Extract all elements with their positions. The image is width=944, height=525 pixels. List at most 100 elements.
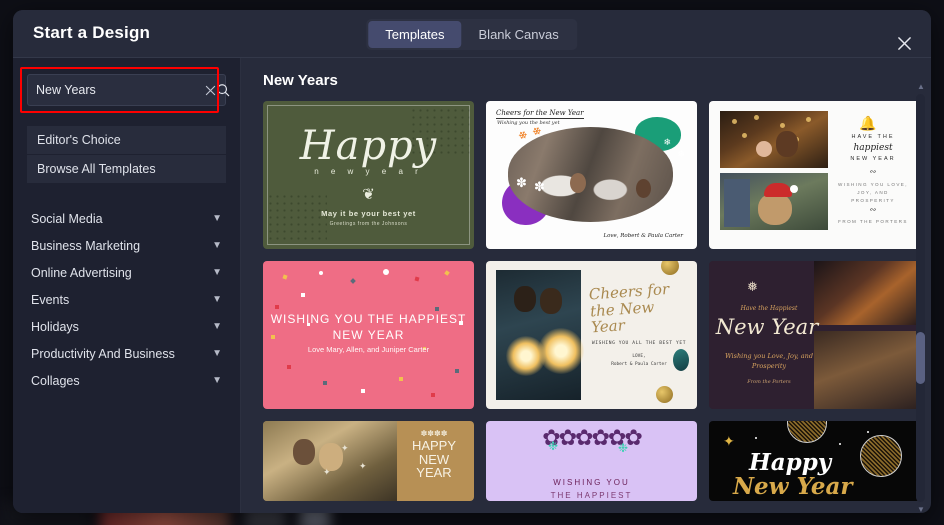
confetti <box>431 393 435 397</box>
flower-icon: ❉ <box>548 439 559 453</box>
tab-bar: Templates Blank Canvas <box>366 19 578 50</box>
sidebar-item-online-advertising[interactable]: Online Advertising ▼ <box>27 259 226 286</box>
star-icon: ✦ <box>323 467 331 477</box>
sidebar-item-editors-choice[interactable]: Editor's Choice <box>27 126 226 154</box>
leaf-icon: ❄ <box>516 128 529 144</box>
sprig-icon: ✽ <box>516 175 527 190</box>
template-card-two-photo-happiest[interactable]: 🔔 HAVE THE happiest NEW YEAR ∾ WISHING Y… <box>709 101 920 249</box>
start-a-design-modal: Start a Design Templates Blank Canvas Ne… <box>13 10 931 513</box>
photo-subject <box>776 131 798 157</box>
template-signature: Love, Robert & Paula Carter <box>603 233 683 239</box>
results-scrollbar[interactable]: ▲ ▼ <box>916 82 925 513</box>
sidebar-item-business-marketing[interactable]: Business Marketing ▼ <box>27 232 226 259</box>
light-dot <box>806 117 811 122</box>
confetti <box>414 276 420 282</box>
sparkler <box>538 328 584 374</box>
photo-subject <box>514 286 536 312</box>
sidebar-item-holidays[interactable]: Holidays ▼ <box>27 313 226 340</box>
photo-subject <box>756 141 772 157</box>
snowflake-icon: ❄ <box>677 149 685 159</box>
chevron-down-icon: ▼ <box>212 293 222 305</box>
template-card-black-gold-happy[interactable]: ✦ Happy New Year <box>709 421 920 501</box>
photo-subject <box>758 193 792 225</box>
template-line-2: THE HAPPIEST <box>550 491 633 500</box>
chevron-up-icon[interactable]: ▲ <box>917 82 925 91</box>
snowflake-icon: ❄ <box>663 137 671 147</box>
star-icon: ✦ <box>341 443 349 453</box>
confetti <box>399 377 403 381</box>
chevron-down-icon: ▼ <box>212 239 222 251</box>
template-card-green-happy-new-year[interactable]: Happy n e w y e a r ❦ May it be your bes… <box>263 101 474 249</box>
template-card-couple-blob-cheers[interactable]: Cheers for the New Year Wishing you the … <box>486 101 697 249</box>
tab-templates[interactable]: Templates <box>368 21 462 48</box>
template-headline: HAPPY NEW YEAR <box>411 438 457 481</box>
confetti <box>282 274 288 280</box>
search-icon[interactable] <box>216 83 230 97</box>
template-card-tan-happy-new-year[interactable]: ✦ ✦ ✦ ✽✽✽✽ HAPPY NEW YEAR <box>263 421 474 501</box>
template-line-2: LOVE, <box>632 354 646 359</box>
photo-subject <box>540 288 562 314</box>
flourish-icon: ∾ <box>869 205 877 214</box>
sidebar-item-events[interactable]: Events ▼ <box>27 286 226 313</box>
template-line-2: From the Porters <box>747 379 791 385</box>
snowflake-icon: ❅ <box>747 279 758 294</box>
template-subhead: Wishing you the best yet <box>497 120 560 126</box>
confetti <box>323 381 327 385</box>
photo-subject <box>636 179 651 198</box>
sidebar-item-browse-all-templates[interactable]: Browse All Templates <box>27 155 226 183</box>
template-photo-bottom <box>814 331 920 409</box>
star-dot <box>867 431 869 433</box>
template-card-plum-new-year[interactable]: ❅ Have the Happiest New Year Wishing you… <box>709 261 920 409</box>
template-line-2: Greetings from the Johnsons <box>329 221 408 227</box>
santa-hat-pom <box>790 185 798 193</box>
flourish-icon: ❦ <box>362 185 375 203</box>
template-headline: Happy <box>749 449 832 476</box>
template-photo <box>508 127 673 222</box>
gold-circle <box>860 435 902 477</box>
sprig-icon: ✽ <box>534 179 545 194</box>
template-line-4: FROM THE PORTERS <box>838 219 908 224</box>
teal-ornament <box>673 349 689 371</box>
light-dot <box>742 133 747 138</box>
template-photo <box>496 270 584 400</box>
sidebar-item-collages[interactable]: Collages ▼ <box>27 367 226 394</box>
category-label: Holidays <box>31 319 79 334</box>
category-label: Collages <box>31 373 80 388</box>
star-icon: ✦ <box>359 461 367 471</box>
tab-blank-canvas[interactable]: Blank Canvas <box>462 21 576 48</box>
template-card-sparkler-cheers[interactable]: Cheers for the New Year WISHING YOU ALL … <box>486 261 697 409</box>
scrollbar-thumb[interactable] <box>916 332 925 384</box>
template-card-pink-confetti-happiest[interactable]: WISHING YOU THE HAPPIEST NEW YEAR Love M… <box>263 261 474 409</box>
sidebar-item-productivity-and-business[interactable]: Productivity And Business ▼ <box>27 340 226 367</box>
confetti <box>319 271 323 275</box>
template-photo <box>263 421 397 501</box>
template-photo-top <box>814 261 920 325</box>
chevron-down-icon[interactable]: ▼ <box>917 505 925 513</box>
template-line-2: NEW YEAR <box>850 156 896 162</box>
template-eyebrow: Have the Happiest <box>740 305 798 312</box>
confetti <box>383 269 389 275</box>
confetti <box>275 305 279 309</box>
template-headline: Cheers for the New Year <box>496 109 584 119</box>
template-line-1: Wishing you Love, Joy, and Prosperity <box>724 352 814 371</box>
template-line-3: WISHING YOU LOVE, JOY, AND PROSPERITY <box>838 182 908 203</box>
template-line-1: WISHING YOU <box>553 478 630 487</box>
confetti <box>455 369 459 373</box>
sidebar: Editor's Choice Browse All Templates Soc… <box>13 58 241 513</box>
confetti <box>361 389 365 393</box>
sidebar-item-social-media[interactable]: Social Media ▼ <box>27 205 226 232</box>
photo-subject <box>570 173 586 193</box>
search-input[interactable] <box>28 83 205 97</box>
close-icon[interactable] <box>893 32 915 54</box>
chevron-down-icon: ▼ <box>212 320 222 332</box>
template-line-1: WISHING YOU ALL THE BEST YET <box>591 341 687 346</box>
category-label: Social Media <box>31 211 103 226</box>
search-box[interactable] <box>27 74 230 106</box>
chevron-down-icon: ▼ <box>212 266 222 278</box>
clear-search-icon[interactable] <box>205 85 216 96</box>
chevron-down-icon: ▼ <box>212 212 222 224</box>
template-grid: Happy n e w y e a r ❦ May it be your bes… <box>263 101 920 501</box>
bell-icon: 🔔 <box>859 115 877 131</box>
confetti <box>444 270 450 276</box>
template-card-lavender-wreath-wishing[interactable]: ✿✿✿✿✿✿ ❉ ❉ WISHING YOU THE HAPPIEST <box>486 421 697 501</box>
